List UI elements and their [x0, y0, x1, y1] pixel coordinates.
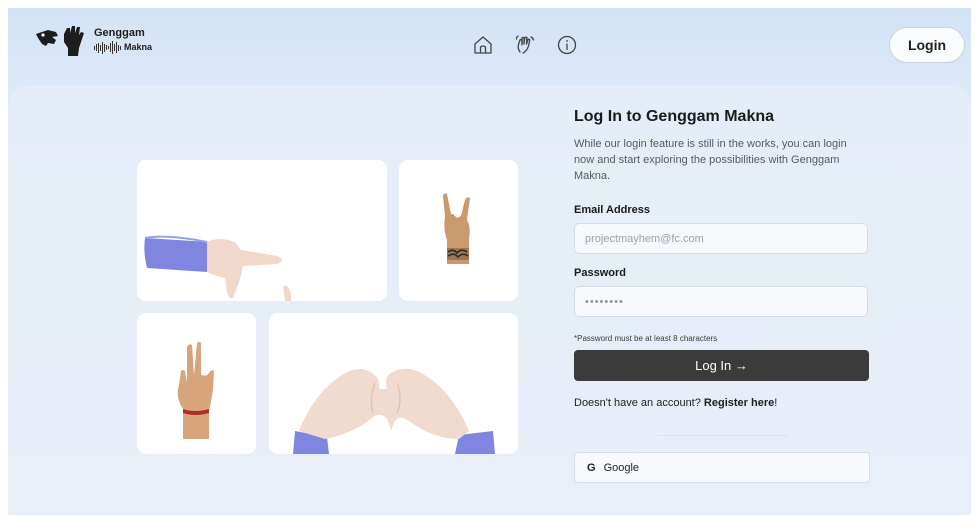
logo-title: Genggam	[94, 26, 145, 39]
soundwave-bar	[94, 45, 95, 50]
soundwave-bar	[120, 45, 121, 50]
logo-soundwave	[94, 41, 122, 55]
form-title: Log In to Genggam Makna	[574, 108, 775, 125]
soundwave-bar	[100, 44, 101, 51]
login-button[interactable]: Login	[889, 27, 965, 63]
soundwave-bar	[108, 46, 109, 49]
hands-heart-illustration	[293, 368, 495, 454]
hand-rock-illustration	[443, 193, 470, 264]
home-icon[interactable]	[470, 32, 496, 58]
main-nav	[470, 32, 580, 58]
password-field[interactable]: ••••••••	[574, 286, 868, 317]
hand-pointing-illustration	[144, 235, 291, 301]
hand-two-fingers-card	[137, 313, 256, 454]
google-login-button[interactable]: G Google	[574, 452, 870, 483]
hand-two-fingers-illustration	[177, 342, 214, 439]
hand-rock-card	[399, 160, 518, 301]
soundwave-bar	[118, 44, 119, 51]
soundwave-bar	[104, 43, 105, 52]
google-label: Google	[603, 461, 640, 474]
soundwave-bar	[106, 45, 107, 50]
soundwave-bar	[116, 42, 117, 53]
top-nav-bar: Genggam Makna Login	[8, 8, 971, 82]
register-prompt-text: Doesn't have an account?	[574, 397, 701, 409]
page: Genggam Makna Login Log In to Genggam Ma…	[8, 8, 971, 515]
logo-subtitle: Makna	[124, 42, 153, 52]
soundwave-bar	[96, 44, 97, 51]
divider	[658, 435, 788, 436]
register-prompt: Doesn't have an account? Register here!	[574, 397, 777, 409]
password-hint: *Password must be at least 8 characters	[574, 334, 718, 343]
soundwave-bar	[102, 41, 103, 54]
wave-hand-icon[interactable]	[512, 32, 538, 58]
soundwave-bar	[112, 41, 113, 54]
form-description: While our login feature is still in the …	[574, 138, 847, 182]
google-icon: G	[587, 461, 596, 474]
logo-hands-icon	[34, 24, 90, 58]
email-label: Email Address	[574, 204, 651, 216]
hand-pointing-card	[137, 160, 387, 301]
email-field[interactable]: projectmayhem@fc.com	[574, 223, 868, 254]
soundwave-bar	[114, 44, 115, 51]
app-logo[interactable]: Genggam Makna	[34, 24, 152, 58]
register-suffix: !	[774, 397, 778, 409]
hands-heart-card	[269, 313, 518, 454]
soundwave-bar	[110, 43, 111, 52]
register-link[interactable]: Register here	[704, 397, 774, 409]
login-submit-button[interactable]: Log In →	[574, 350, 869, 381]
soundwave-bar	[98, 42, 99, 53]
info-icon[interactable]	[554, 32, 580, 58]
password-label: Password	[574, 267, 626, 279]
